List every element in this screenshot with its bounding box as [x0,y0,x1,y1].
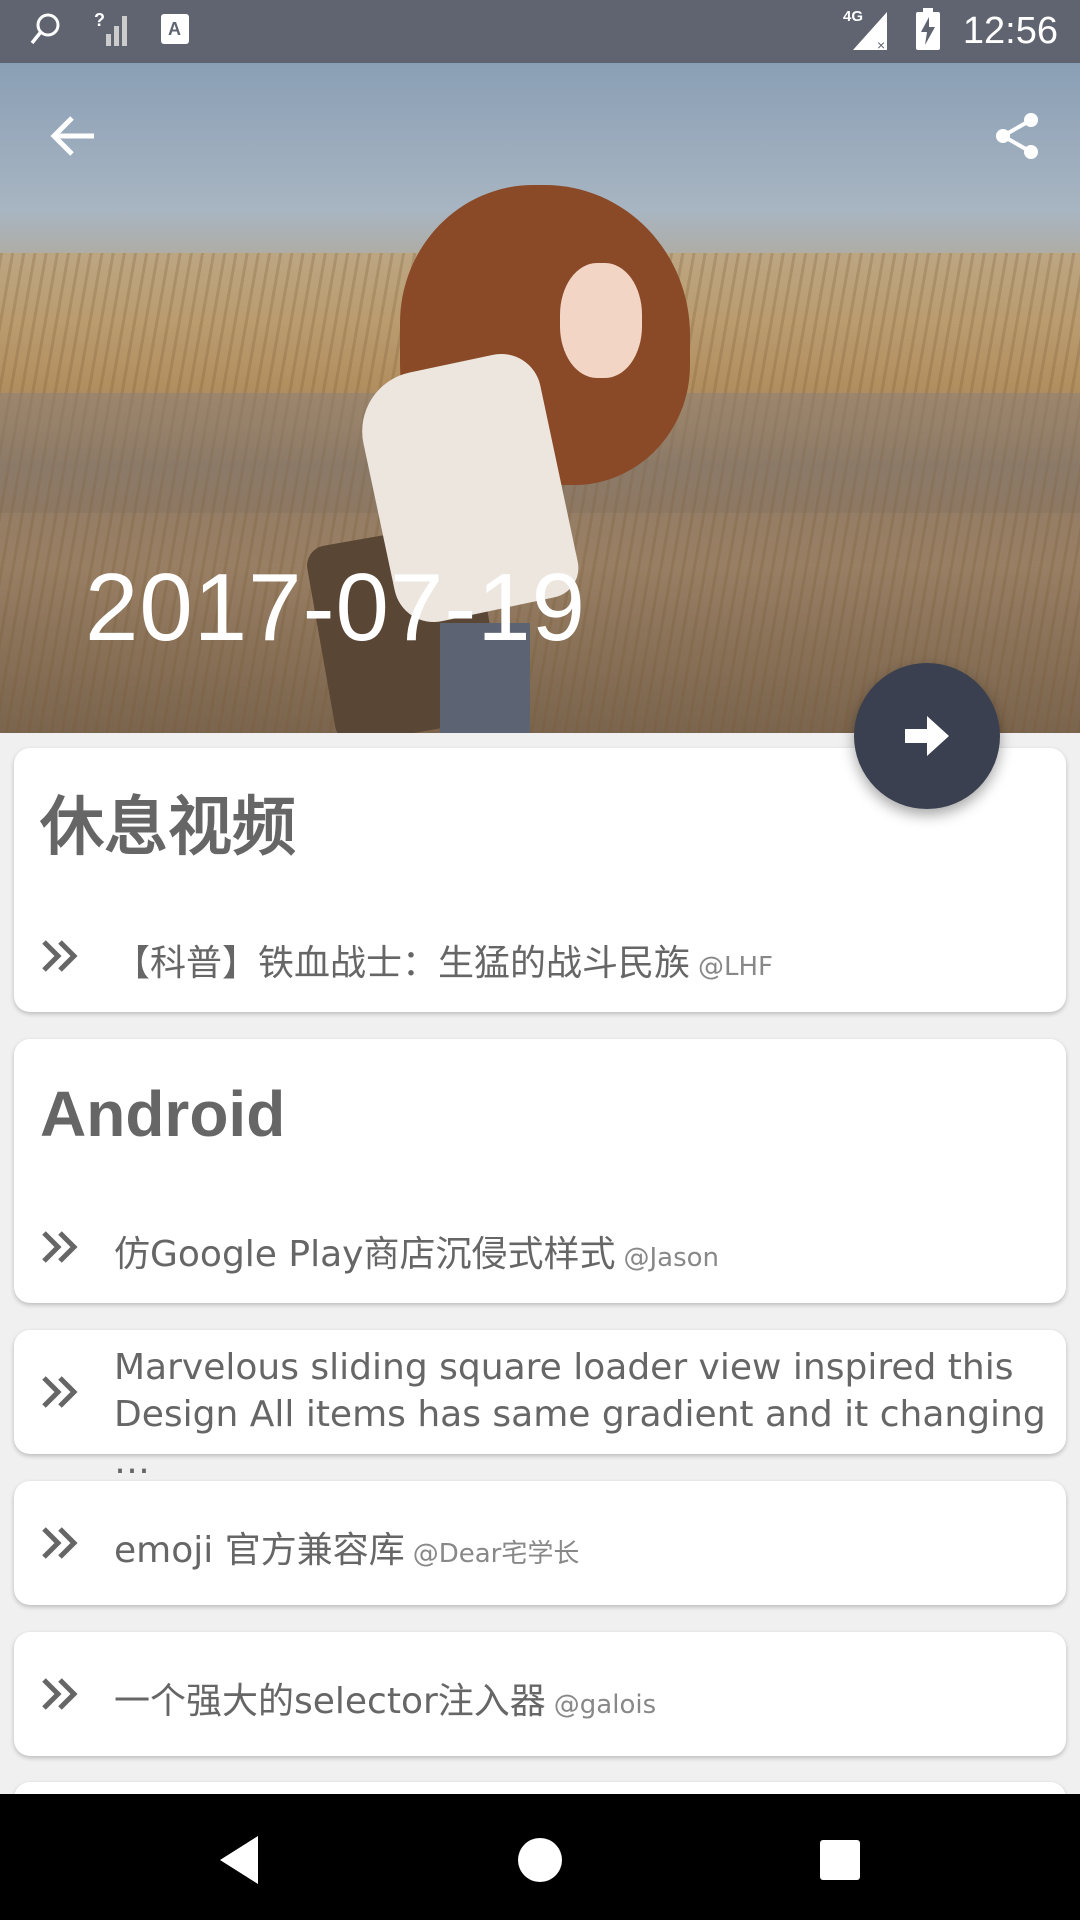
list-item-author: @Dear宅学长 [412,1539,580,1569]
recents-nav-button[interactable] [810,1830,870,1890]
svg-text:4G: 4G [843,8,863,25]
section-card-android: Android 仿Google Play商店沉侵式样式 @Jason [14,1039,1066,1303]
back-button[interactable] [38,101,108,171]
list-item-author: @galois [553,1690,657,1720]
svg-text:A: A [168,19,181,39]
double-chevron-right-icon [42,1231,78,1263]
arrow-forward-icon [905,716,949,756]
svg-text:×: × [877,37,885,52]
arrow-back-icon [50,116,94,156]
svg-text:?: ? [94,10,105,30]
home-nav-button[interactable] [510,1830,570,1890]
person-face [560,263,642,378]
back-nav-button[interactable] [210,1830,270,1890]
next-day-fab[interactable] [854,663,1000,809]
list-item-card[interactable]: emoji 官方兼容库 @Dear宅学长 [14,1481,1066,1605]
header-image: 2017-07-19 [0,63,1080,733]
keyboard-a-icon: A [160,13,190,50]
list-item-title: 仿Google Play商店沉侵式样式 [114,1234,616,1275]
list-item-card[interactable]: Marvelous sliding square loader view ins… [14,1330,1066,1482]
date-title: 2017-07-19 [85,554,587,661]
signal-4g-icon: 4G × [843,6,893,57]
list-item[interactable]: 仿Google Play商店沉侵式样式 @Jason [14,1215,1066,1275]
battery-charging-icon [915,7,941,55]
status-time: 12:56 [962,9,1058,52]
double-chevron-right-icon [42,1678,78,1710]
list-item-title: 一个强大的selector注入器 [114,1681,546,1722]
triangle-back-icon [220,1836,258,1884]
list-item-title: Marvelous sliding square loader view ins… [114,1347,1046,1482]
list-item-author: @Jason [623,1243,720,1273]
list-item-title: 【科普】铁血战士：生猛的战斗民族 [114,943,691,984]
share-icon [996,113,1038,159]
double-chevron-right-icon [42,1527,78,1559]
list-item[interactable]: 【科普】铁血战士：生猛的战斗民族 @LHF [14,924,1066,984]
circle-home-icon [518,1838,562,1882]
section-title: Android [40,1078,286,1150]
navigation-bar [0,1794,1080,1920]
search-icon [28,11,64,52]
square-recents-icon [820,1840,860,1880]
status-bar: ? A 4G × 12:56 [0,0,1080,63]
double-chevron-right-icon [42,1376,78,1408]
list-item-card[interactable]: 一个强大的selector注入器 @galois [14,1632,1066,1756]
list-item-author: @LHF [698,952,774,982]
signal-unknown-icon: ? [94,10,130,53]
share-button[interactable] [982,101,1052,171]
section-title: 休息视频 [40,791,296,865]
list-item-title: emoji 官方兼容库 [114,1530,405,1571]
double-chevron-right-icon [42,940,78,972]
